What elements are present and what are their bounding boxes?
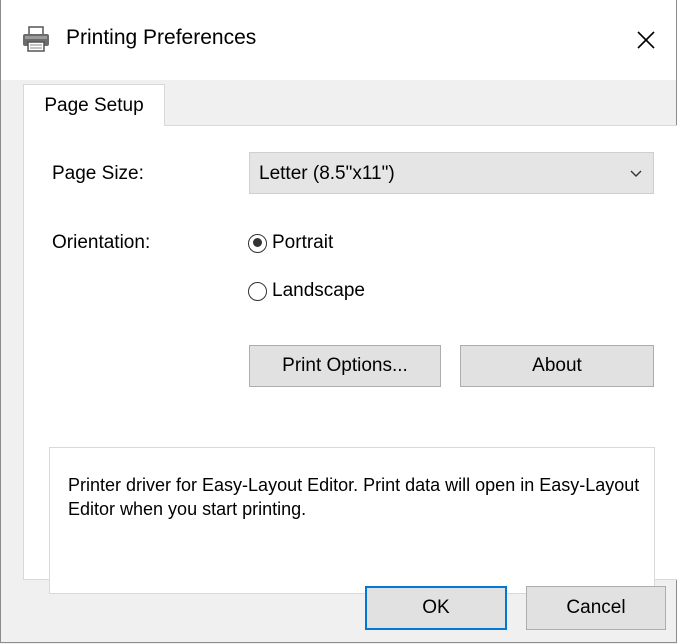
portrait-label: Portrait <box>272 232 334 253</box>
description-text: Printer driver for Easy-Layout Editor. P… <box>68 475 640 519</box>
page-setup-panel: Page Size: Letter (8.5"x11") Orientation… <box>23 125 677 594</box>
portrait-radio[interactable]: Portrait <box>248 232 333 254</box>
page-size-label: Page Size: <box>52 163 144 184</box>
about-button[interactable]: About <box>460 345 654 387</box>
window-title: Printing Preferences <box>66 26 257 49</box>
ok-button[interactable]: OK <box>365 586 507 630</box>
page-size-select[interactable]: Letter (8.5"x11") <box>249 152 654 194</box>
close-icon <box>637 31 655 49</box>
printing-preferences-dialog: Printing Preferences Page Setup Page Siz… <box>0 0 677 643</box>
cancel-button[interactable]: Cancel <box>526 586 666 630</box>
dialog-body: Page Setup Page Size: Letter (8.5"x11") … <box>1 80 677 642</box>
description-box: Printer driver for Easy-Layout Editor. P… <box>49 447 655 594</box>
landscape-label: Landscape <box>272 280 365 301</box>
close-button[interactable] <box>616 0 676 80</box>
page-size-value: Letter (8.5"x11") <box>259 163 395 184</box>
radio-unchecked-icon <box>248 281 267 301</box>
title-bar: Printing Preferences <box>1 0 676 80</box>
print-options-button[interactable]: Print Options... <box>249 345 441 387</box>
landscape-radio[interactable]: Landscape <box>248 280 365 302</box>
radio-checked-icon <box>248 233 267 253</box>
chevron-down-icon <box>630 170 642 177</box>
orientation-label: Orientation: <box>52 232 151 253</box>
printer-icon <box>23 26 49 52</box>
tab-page-setup[interactable]: Page Setup <box>23 84 165 126</box>
